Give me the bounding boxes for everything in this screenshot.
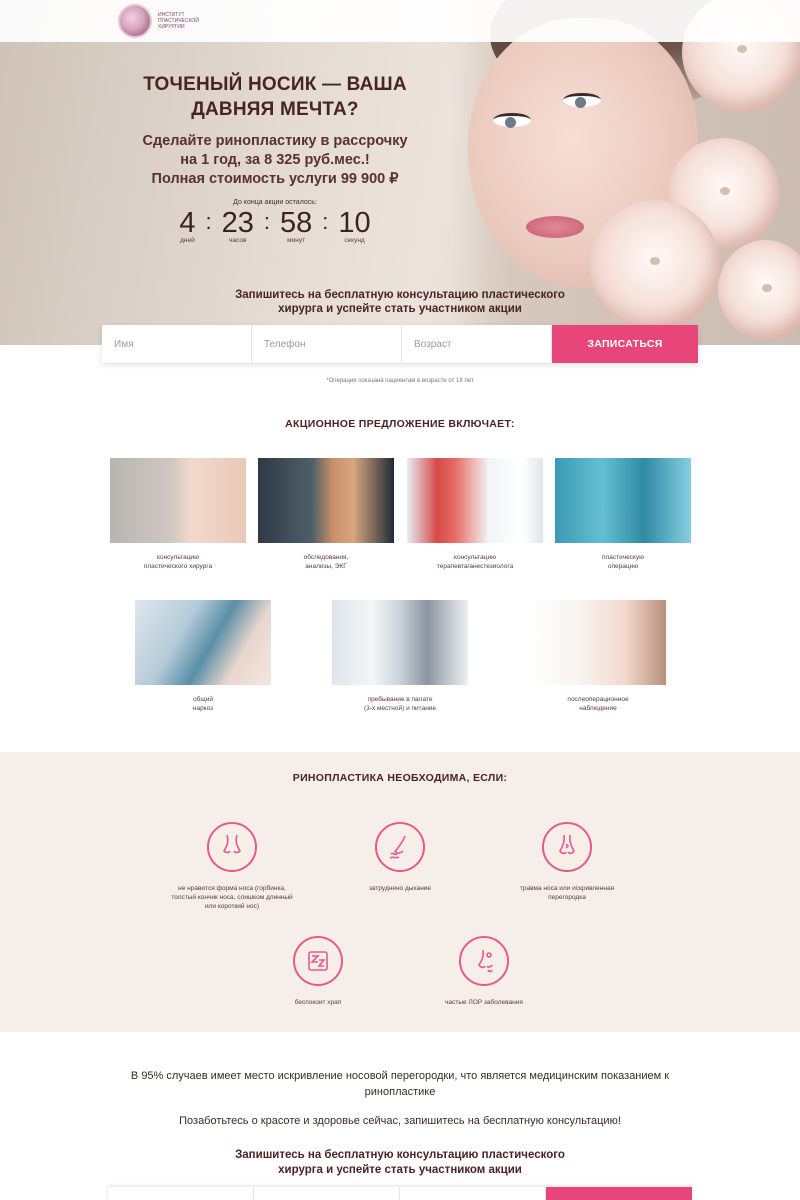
care-reminder: Позаботьтесь о красоте и здоровье сейчас… [179,1115,621,1127]
hero-title: ТОЧЕНЫЙ НОСИК — ВАША ДАВНЯЯ МЕЧТА? [143,74,407,120]
offer-item-tests: обследования, анализы, ЭКГ [258,458,394,571]
age-input-bottom[interactable] [400,1187,546,1200]
hero-subtitle: Сделайте ринопластику в рассрочку на 1 г… [142,133,408,187]
nose-profile-icon [207,822,257,872]
phone-input-bottom[interactable] [254,1187,400,1200]
offer-title: АКЦИОННОЕ ПРЕДЛОЖЕНИЕ ВКЛЮЧАЕТ: [285,418,515,430]
indication-breathing: затруднено дыхание [305,822,495,893]
countdown-seconds: 10 секунд [338,207,371,244]
age-disclaimer: *Операция показана пациентам в возрасте … [326,378,474,384]
offer-item-anesthesia: общий наркоз [135,600,271,713]
offer-item-ward: пребывание в палате (3-х местной) и пита… [332,600,468,713]
anesthesia-photo [135,600,271,685]
name-input-bottom[interactable] [108,1187,254,1200]
logo-text: Институт пластической хирургии [158,12,199,30]
ent-disease-icon [459,936,509,986]
ward-photo [332,600,468,685]
signup-form: ЗАПИСАТЬСЯ [102,325,698,363]
logo-emblem [118,4,152,38]
consultation-photo [110,458,246,543]
indication-nose-shape: не нравится форма носа (горбинка, толсты… [137,822,327,911]
countdown-days: 4 дней [179,207,196,244]
countdown-minutes: 58 минут [280,207,313,244]
indication-injury: травма носа или искривленная перегородка [472,822,662,902]
offer-item-postop: послеоперационное наблюдение [530,600,666,713]
flower-decoration [590,200,720,330]
tests-photo [258,458,394,543]
phone-input[interactable] [252,325,402,363]
indications-title: РИНОПЛАСТИКА НЕОБХОДИМА, ЕСЛИ: [292,772,508,784]
offer-item-therapist: консультацию терапевта/анестезиолога [407,458,543,571]
countdown-timer: 4 дней : 23 часов : 58 минут : 10 секунд [179,207,371,244]
nose-airflow-icon [375,822,425,872]
snoring-icon [293,936,343,986]
postop-photo [530,600,666,685]
medical-fact: В 95% случаев имеет место искривление но… [130,1070,670,1098]
offer-item-consultation: консультацию пластического хирурга [110,458,246,571]
submit-button-bottom[interactable] [546,1187,692,1200]
name-input[interactable] [102,325,252,363]
offer-item-surgery: пластическую операцию [555,458,691,571]
therapist-photo [407,458,543,543]
surgery-photo [555,458,691,543]
signup-form-bottom [108,1187,692,1200]
logo[interactable]: Институт пластической хирургии [118,4,210,38]
countdown-label: До конца акции осталось: [233,199,317,206]
countdown-hours: 23 часов [221,207,254,244]
header-bar: Институт пластической хирургии [0,0,800,42]
age-input[interactable] [402,325,552,363]
bottom-cta-text: Запишитесь на бесплатную консультацию пл… [235,1149,565,1176]
submit-button[interactable]: ЗАПИСАТЬСЯ [552,325,698,363]
indication-snoring: беспокоит храп [223,936,413,1007]
indication-ent: частые ЛОР заболевания [389,936,579,1007]
nose-front-icon [542,822,592,872]
hero-cta-text: Запишитесь на бесплатную консультацию пл… [235,289,565,315]
hero-banner: Институт пластической хирургии ТОЧЕНЫЙ Н… [0,0,800,345]
hero-offer: ТОЧЕНЫЙ НОСИК — ВАША ДАВНЯЯ МЕЧТА? Сдела… [125,72,425,244]
